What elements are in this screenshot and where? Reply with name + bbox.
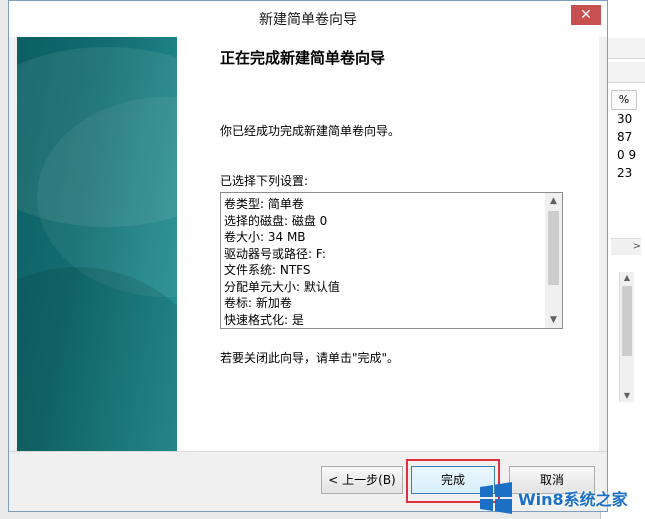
- success-message: 你已经成功完成新建简单卷向导。: [220, 124, 401, 138]
- summary-line: 卷类型: 简单卷: [224, 197, 304, 211]
- back-button[interactable]: < 上一步(B): [321, 466, 403, 494]
- scroll-down-icon[interactable]: ▼: [545, 312, 562, 328]
- percent-column-header[interactable]: %: [611, 90, 637, 110]
- scrollbar-thumb[interactable]: [622, 286, 632, 356]
- wizard-heading: 正在完成新建简单卷向导: [220, 49, 386, 67]
- sidebar-decoration: [17, 267, 177, 451]
- summary-line: 文件系统: NTFS: [224, 263, 311, 277]
- settings-summary-textbox[interactable]: 卷类型: 简单卷选择的磁盘: 磁盘 0 卷大小: 34 MB 驱动器号或路径: F:…: [220, 192, 563, 329]
- close-icon: ✕: [580, 7, 592, 23]
- summary-line: 快速格式化: 是: [224, 312, 304, 327]
- percent-cell: 0 9: [617, 148, 637, 162]
- dialog-title: 新建简单卷向导: [259, 12, 357, 28]
- new-simple-volume-wizard-dialog: 新建简单卷向导 ✕ 正在完成新建简单卷向导 你已经成功完成新建简单卷向导。 已选…: [8, 0, 608, 512]
- summary-scrollbar[interactable]: ▲ ▼: [545, 193, 562, 328]
- scroll-down-icon[interactable]: ▼: [620, 390, 634, 402]
- title-bar[interactable]: 新建简单卷向导 ✕: [9, 1, 607, 37]
- button-separator: [9, 451, 607, 452]
- wizard-sidebar-graphic: [17, 37, 177, 451]
- settings-summary-lines: 卷类型: 简单卷选择的磁盘: 磁盘 0 卷大小: 34 MB 驱动器号或路径: F:…: [224, 196, 540, 326]
- summary-line: 驱动器号或路径: F:: [224, 246, 326, 261]
- percent-cell: 30: [617, 112, 633, 126]
- watermark: Win8系统之家: [478, 480, 645, 516]
- percent-cell: 23: [617, 166, 633, 180]
- scrollbar-thumb[interactable]: [548, 211, 559, 285]
- chevron-right-icon[interactable]: >: [633, 241, 641, 252]
- selected-settings-label: 已选择下列设置:: [220, 174, 309, 188]
- background-horizontal-scrollbar[interactable]: >: [611, 238, 641, 255]
- background-vertical-scrollbar[interactable]: ▲ ▼: [619, 272, 634, 402]
- scroll-up-icon[interactable]: ▲: [620, 272, 634, 284]
- scroll-up-icon[interactable]: ▲: [545, 193, 562, 209]
- percent-cell: 87: [617, 130, 633, 144]
- watermark-text: Win8系统之家: [518, 490, 628, 509]
- summary-line: 选择的磁盘: 磁盘 0: [224, 213, 328, 228]
- summary-line: 卷大小: 34 MB: [224, 230, 306, 244]
- summary-line: 分配单元大小: 默认值: [224, 279, 340, 294]
- close-button[interactable]: ✕: [571, 5, 601, 25]
- close-instruction: 若要关闭此向导，请单击"完成"。: [220, 351, 400, 365]
- summary-line: 卷标: 新加卷: [224, 296, 292, 310]
- windows-logo-icon: [480, 482, 512, 514]
